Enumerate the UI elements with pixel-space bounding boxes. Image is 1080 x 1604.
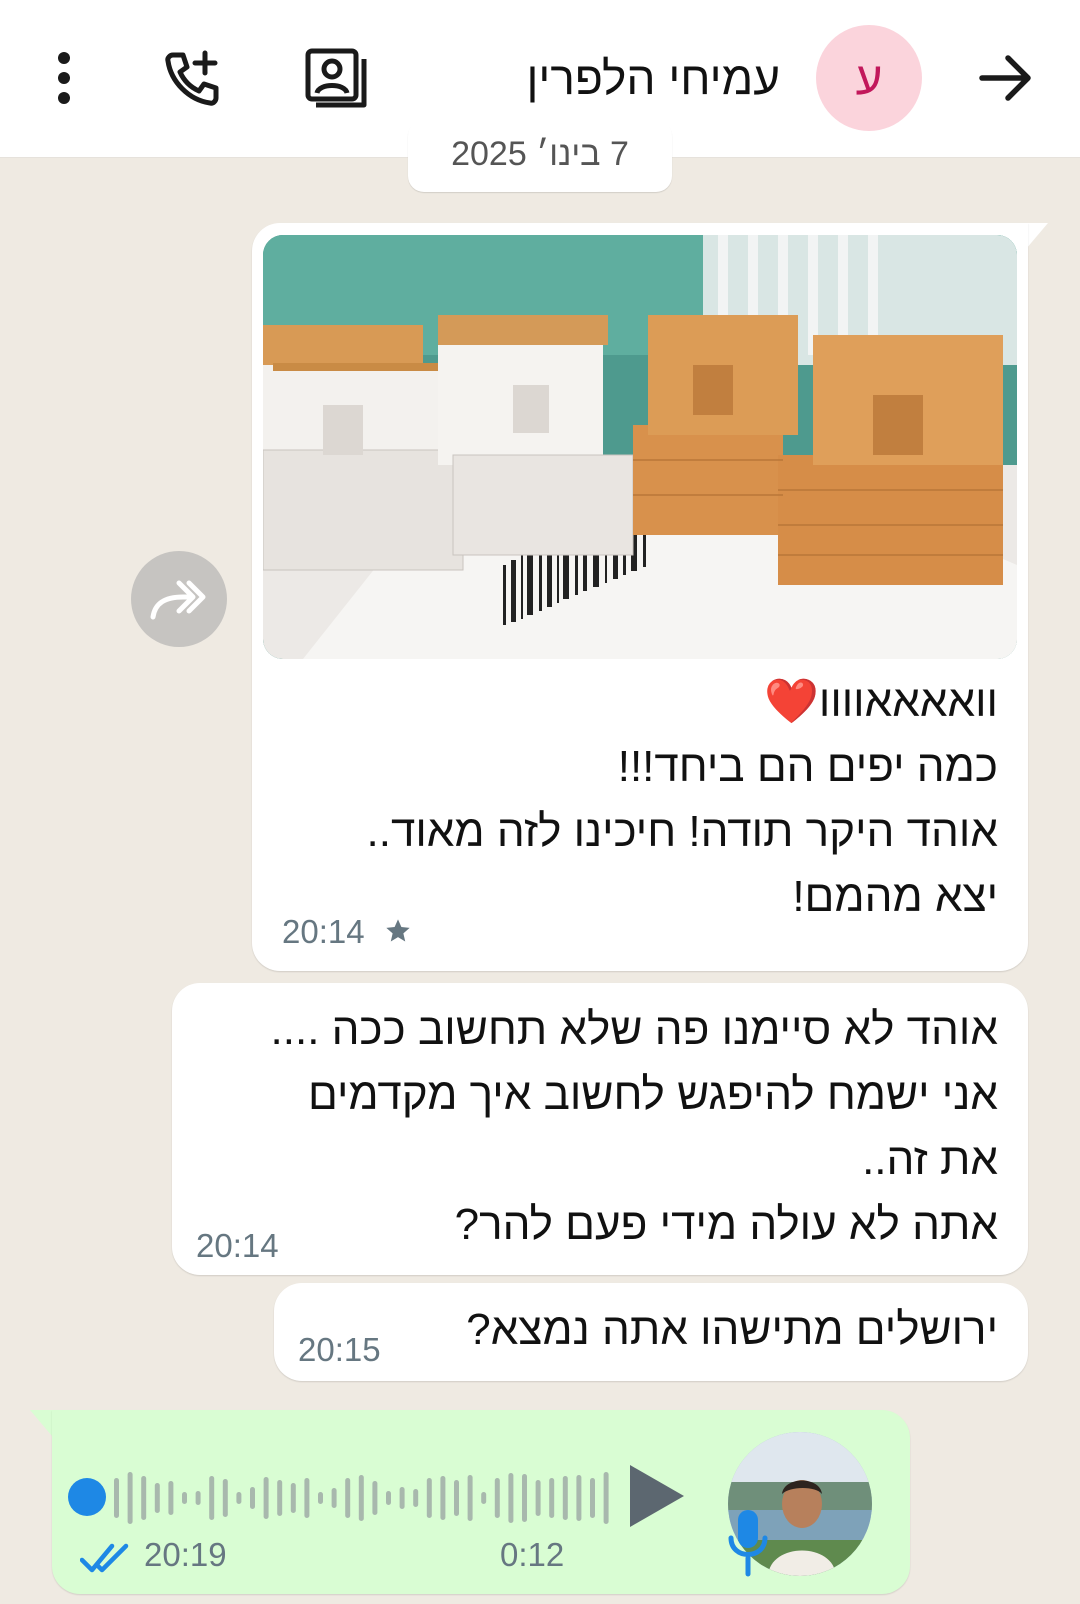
seek-handle[interactable] xyxy=(68,1478,106,1516)
play-icon xyxy=(630,1465,684,1527)
add-call-icon[interactable] xyxy=(156,42,228,114)
waveform-bar xyxy=(250,1487,255,1509)
message-text: ירושלים מתישהו אתה נמצא? xyxy=(466,1297,998,1362)
voice-message-bubble[interactable]: 20:19 0:12 xyxy=(52,1410,910,1594)
message-line: ירושלים מתישהו אתה נמצא? xyxy=(466,1305,998,1354)
waveform-bar xyxy=(576,1475,582,1521)
play-button[interactable] xyxy=(616,1456,696,1536)
voice-time: 20:19 xyxy=(144,1536,227,1573)
waveform-bar xyxy=(222,1479,228,1517)
mic-icon xyxy=(728,1508,768,1578)
bubble-tail xyxy=(1026,223,1048,249)
waveform-bar xyxy=(454,1480,459,1516)
bubble-tail xyxy=(30,1410,52,1436)
message-text: אוהד לא סיימנו פה שלא תחשוב ככה .... אני… xyxy=(271,997,998,1257)
waveform-bar xyxy=(331,1488,337,1508)
back-arrow-icon[interactable] xyxy=(970,42,1042,114)
message-meta: 20:14 xyxy=(282,913,412,953)
message-bubble[interactable]: אוהד לא סיימנו פה שלא תחשוב ככה .... אני… xyxy=(172,983,1028,1275)
waveform-bar xyxy=(494,1478,500,1518)
waveform-bar xyxy=(549,1478,555,1518)
contact-card-icon[interactable] xyxy=(300,42,372,114)
waveform-bar xyxy=(195,1491,201,1505)
waveform-bar xyxy=(535,1480,541,1516)
forward-button[interactable] xyxy=(131,551,227,647)
message-line: כמה יפים הם ביחד!!! xyxy=(617,742,998,791)
waveform-bar xyxy=(413,1489,419,1507)
waveform-bar xyxy=(603,1472,609,1524)
date-divider: 7 בינו׳ 2025 xyxy=(408,120,672,192)
waveform-bar xyxy=(440,1476,446,1520)
waveform-bar xyxy=(127,1472,133,1524)
message-text: וואאאאוווו❤️ כמה יפים הם ביחד!!! אוהד הי… xyxy=(367,669,999,929)
waveform[interactable] xyxy=(110,1460,620,1536)
waveform-bar xyxy=(114,1478,119,1518)
voice-duration: 0:12 xyxy=(500,1536,565,1573)
double-check-icon xyxy=(79,1542,132,1579)
message-bubble[interactable]: ירושלים מתישהו אתה נמצא? 20:15 xyxy=(274,1283,1028,1381)
message-time: 20:14 xyxy=(196,1227,279,1264)
message-time: 20:14 xyxy=(282,913,365,950)
message-line: אוהד לא סיימנו פה שלא תחשוב ככה .... xyxy=(270,1005,998,1054)
message-line: וואאאאוווו❤️ xyxy=(764,677,998,726)
waveform-bar xyxy=(522,1474,527,1522)
contact-avatar[interactable]: ע xyxy=(816,25,922,131)
waveform-bar xyxy=(182,1492,187,1504)
message-photo[interactable] xyxy=(263,235,1017,659)
waveform-bar xyxy=(386,1491,391,1505)
waveform-bar xyxy=(318,1492,323,1504)
waveform-bar xyxy=(358,1475,364,1521)
waveform-bar xyxy=(290,1483,296,1513)
star-icon xyxy=(384,915,412,953)
message-line: אני ישמח להיפגש לחשוב איך מקדמים xyxy=(308,1070,998,1119)
message-line: אתה לא עולה מידי פעם להר? xyxy=(454,1200,998,1249)
waveform-bar xyxy=(168,1481,174,1515)
message-bubble[interactable]: וואאאאוווו❤️ כמה יפים הם ביחד!!! אוהד הי… xyxy=(252,223,1028,971)
waveform-bar xyxy=(236,1492,242,1504)
waveform-bar xyxy=(277,1480,283,1516)
more-vert-icon[interactable] xyxy=(28,42,100,114)
waveform-bar xyxy=(426,1478,432,1518)
waveform-bar xyxy=(154,1483,160,1513)
waveform-bar xyxy=(304,1478,310,1518)
waveform-bar xyxy=(263,1477,269,1519)
waveform-bar xyxy=(481,1492,487,1504)
waveform-bar xyxy=(209,1476,215,1520)
waveform-bar xyxy=(467,1475,473,1521)
waveform-bar xyxy=(372,1481,378,1515)
waveform-bar xyxy=(590,1478,595,1518)
waveform-bar xyxy=(345,1478,351,1518)
message-line: יצא מהמם! xyxy=(792,872,998,921)
waveform-bar xyxy=(508,1473,514,1523)
waveform-bar xyxy=(399,1487,405,1509)
waveform-bar xyxy=(141,1476,147,1520)
contact-name[interactable]: עמיחי הלפרין xyxy=(526,42,780,114)
message-time: 20:15 xyxy=(298,1331,381,1368)
forward-icon xyxy=(150,580,206,620)
message-line: אוהד היקר תודה! חיכינו לזה מאוד.. xyxy=(366,807,999,856)
waveform-bar xyxy=(562,1476,568,1520)
message-line: את זה.. xyxy=(862,1135,998,1184)
